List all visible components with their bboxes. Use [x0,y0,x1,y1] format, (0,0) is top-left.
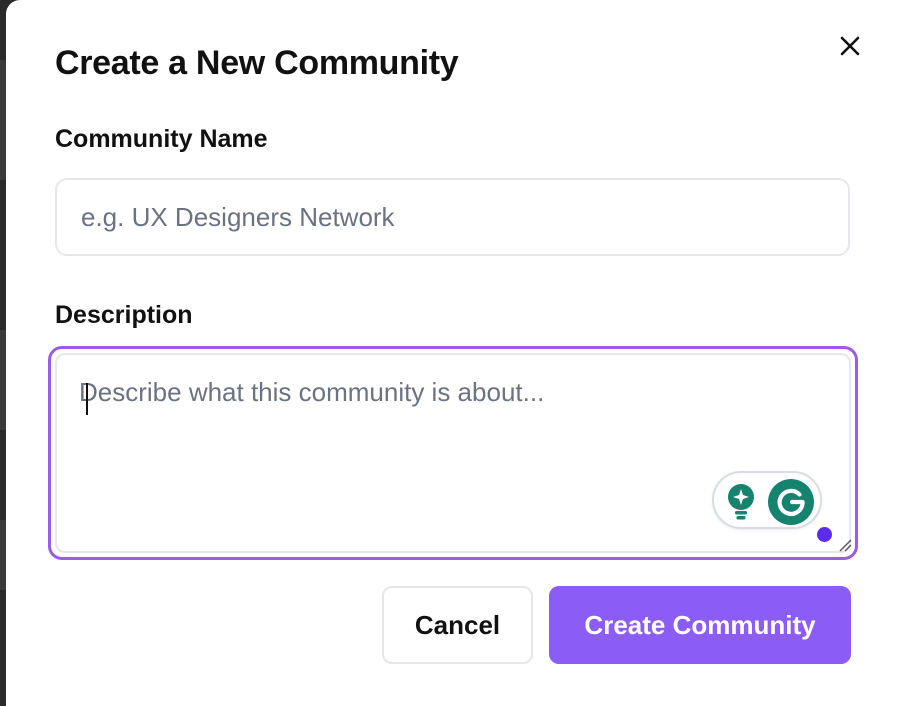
description-label: Description [55,301,193,329]
community-name-label: Community Name [55,125,268,153]
grammarly-g-icon[interactable] [768,479,814,525]
grammarly-status-dot [817,527,832,542]
lightbulb-sparkle-icon[interactable] [724,483,758,521]
close-icon [840,36,860,56]
resize-handle-icon[interactable] [837,537,853,553]
description-field-focus-ring [48,346,858,560]
cancel-button[interactable]: Cancel [382,586,533,664]
description-field [55,353,853,553]
dialog-title: Create a New Community [55,44,459,82]
create-community-button[interactable]: Create Community [549,586,851,664]
close-button[interactable] [834,30,866,62]
community-name-input[interactable] [55,178,850,256]
create-community-dialog: Create a New Community Community Name De… [6,0,898,706]
grammarly-widget[interactable] [712,471,822,529]
text-caret [86,383,88,415]
